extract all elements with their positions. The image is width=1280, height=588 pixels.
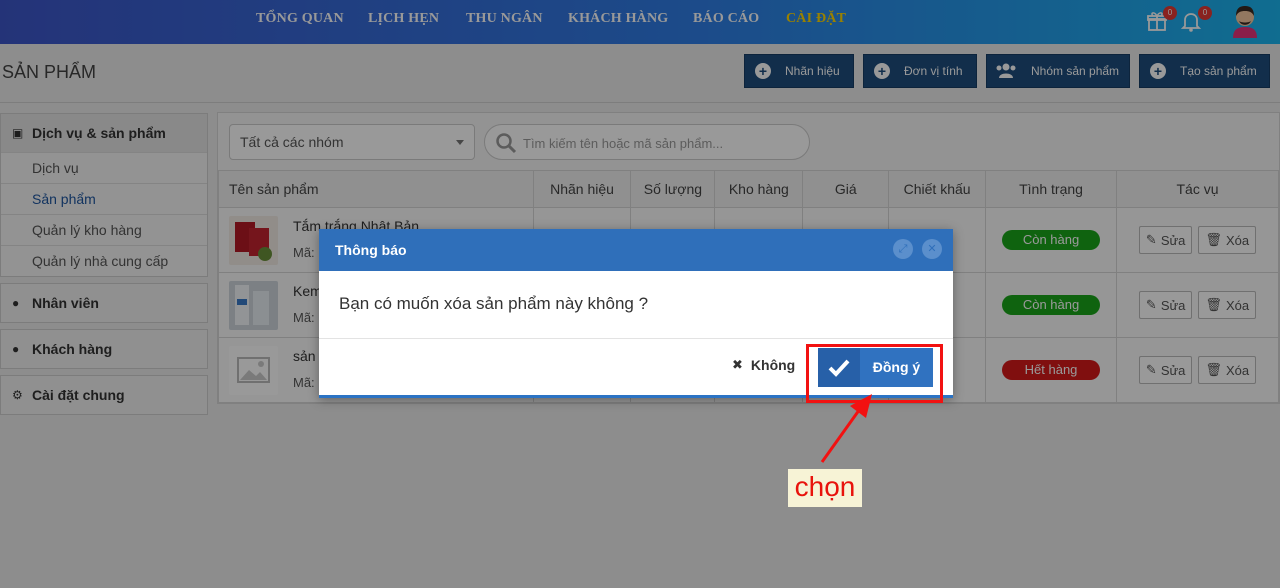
dialog-message: Bạn có muốn xóa sản phẩm này không ?	[339, 294, 649, 313]
close-icon[interactable]: ✕	[922, 239, 942, 259]
annotation-label: chọn	[788, 469, 862, 507]
close-icon: ✖	[732, 357, 743, 372]
dialog-header: Thông báo ⤢ ✕	[319, 229, 953, 271]
dialog-divider	[319, 338, 953, 339]
dialog-title: Thông báo	[335, 242, 407, 258]
cancel-label: Không	[750, 357, 796, 373]
annotation-arrow-icon	[820, 394, 872, 463]
cancel-button[interactable]: ✖ Không	[732, 357, 795, 373]
maximize-icon[interactable]: ⤢	[893, 239, 913, 259]
